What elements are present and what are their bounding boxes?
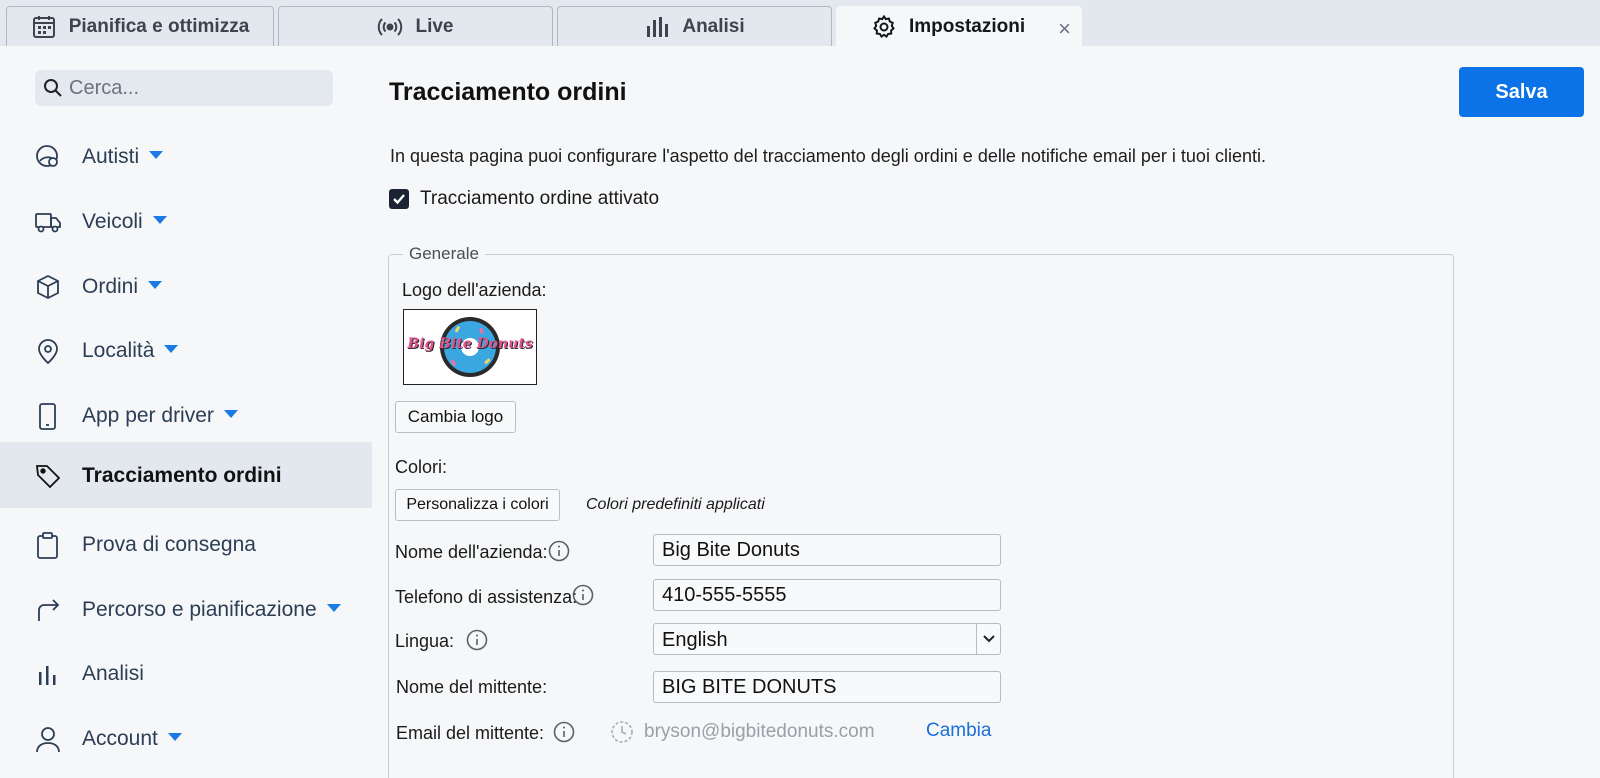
box-icon (37, 274, 59, 300)
tab-label: Analisi (682, 15, 745, 37)
sidebar-item-label: Località (82, 339, 155, 362)
tab-label: Pianifica e ottimizza (68, 15, 250, 37)
tracking-enabled-row: Tracciamento ordine attivato (389, 188, 659, 210)
sidebar-item-label: Account (82, 727, 158, 750)
sidebar-item-label: Ordini (82, 275, 139, 298)
sidebar-item-label: App per driver (82, 404, 214, 427)
company-name-field[interactable] (653, 534, 1001, 566)
sidebar-item-label: Prova di consegna (82, 533, 256, 556)
tab-analisi[interactable]: Analisi (557, 6, 832, 46)
tab-impostazioni[interactable]: Impostazioni × (836, 6, 1082, 46)
language-selected-value: English (662, 629, 728, 651)
map-pin-icon (38, 339, 58, 365)
tracking-enabled-label: Tracciamento ordine attivato (420, 188, 660, 209)
sidebar-item-localita[interactable]: Località (0, 317, 372, 383)
route-arrow-icon (38, 599, 60, 621)
info-icon[interactable] (548, 540, 570, 562)
caret-down-icon[interactable] (152, 216, 167, 225)
change-email-link[interactable]: Cambia (926, 720, 991, 742)
settings-panel: Tracciamento ordini Salva In questa pagi… (372, 46, 1600, 778)
sidebar-item-app-driver[interactable]: App per driver (0, 382, 372, 448)
caret-down-icon[interactable] (148, 281, 163, 290)
info-icon[interactable] (572, 584, 594, 606)
support-phone-label: Telefono di assistenza: (395, 587, 578, 607)
pending-clock-icon (611, 721, 633, 743)
sidebar-item-label: Analisi (82, 662, 144, 685)
company-logo: Big Bite Donuts (403, 309, 537, 385)
change-logo-button[interactable]: Cambia logo (395, 401, 516, 433)
phone-icon (39, 403, 56, 430)
chevron-down-icon[interactable] (976, 624, 1000, 654)
sidebar-item-label: Autisti (82, 145, 140, 168)
sidebar-item-label: Percorso e pianificazione (82, 598, 317, 621)
caret-down-icon[interactable] (167, 733, 182, 742)
truck-icon (35, 213, 61, 233)
gear-icon (873, 14, 895, 38)
save-button[interactable]: Salva (1459, 67, 1584, 117)
clipboard-icon (37, 532, 58, 559)
language-label: Lingua: (395, 631, 455, 651)
sidebar-item-tracciamento[interactable]: Tracciamento ordini (0, 442, 372, 508)
sender-email-text: bryson@bigbitedonuts.com (644, 721, 875, 742)
general-legend: Generale (409, 244, 479, 263)
colors-note: Colori predefiniti applicati (586, 496, 765, 513)
caret-down-icon[interactable] (149, 151, 164, 160)
sidebar: Autisti Veicoli Ordini Località App per … (0, 46, 372, 778)
caret-down-icon[interactable] (223, 410, 238, 419)
info-icon[interactable] (553, 721, 575, 743)
driver-icon (36, 145, 58, 167)
language-select[interactable]: English (653, 623, 1001, 655)
calendar-icon (32, 15, 55, 38)
info-icon[interactable] (466, 629, 488, 651)
tab-label: Impostazioni (909, 15, 1026, 37)
tracking-enabled-checkbox[interactable] (389, 189, 409, 209)
sidebar-item-account[interactable]: Account (0, 705, 372, 771)
bar-chart-icon (39, 666, 56, 685)
tag-icon (35, 465, 61, 489)
sidebar-item-veicoli[interactable]: Veicoli (0, 188, 372, 254)
customize-colors-button[interactable]: Personalizza i colori (395, 489, 560, 521)
tab-live[interactable]: Live (278, 6, 553, 46)
sidebar-item-ordini[interactable]: Ordini (0, 253, 372, 319)
sender-email-value: bryson@bigbitedonuts.com (610, 720, 875, 744)
tab-bar: Pianifica e ottimizza Live Analisi Impos… (0, 0, 1600, 46)
intro-text: In questa pagina puoi configurare l'aspe… (390, 146, 1266, 166)
close-icon[interactable]: × (1058, 16, 1071, 42)
sidebar-item-label: Veicoli (82, 210, 143, 233)
logo-text: Big Bite Donuts (407, 336, 533, 352)
tab-pianifica[interactable]: Pianifica e ottimizza (6, 6, 274, 46)
caret-down-icon[interactable] (326, 604, 341, 613)
broadcast-icon (378, 17, 403, 36)
page-title: Tracciamento ordini (389, 78, 627, 106)
caret-down-icon[interactable] (164, 345, 179, 354)
search-input[interactable] (69, 76, 319, 100)
logo-label: Logo dell'azienda: (402, 280, 547, 300)
user-icon (36, 727, 60, 753)
sender-name-field[interactable] (653, 671, 1001, 703)
sidebar-item-analisi[interactable]: Analisi (0, 640, 372, 706)
sidebar-item-prova-consegna[interactable]: Prova di consegna (0, 511, 372, 577)
sender-email-label: Email del mittente: (396, 723, 545, 743)
colors-label: Colori: (395, 457, 448, 477)
search-icon (44, 79, 62, 97)
sidebar-item-percorso[interactable]: Percorso e pianificazione (0, 576, 372, 642)
company-name-label: Nome dell'azienda: (395, 542, 548, 562)
checkmark-icon (393, 194, 405, 205)
bar-chart-icon (647, 16, 669, 37)
tab-label: Live (415, 15, 454, 37)
search-box[interactable] (35, 70, 333, 106)
sidebar-item-label: Tracciamento ordini (82, 464, 282, 487)
support-phone-field[interactable] (653, 579, 1001, 611)
sender-name-label: Nome del mittente: (396, 677, 548, 697)
sidebar-item-autisti[interactable]: Autisti (0, 123, 372, 189)
